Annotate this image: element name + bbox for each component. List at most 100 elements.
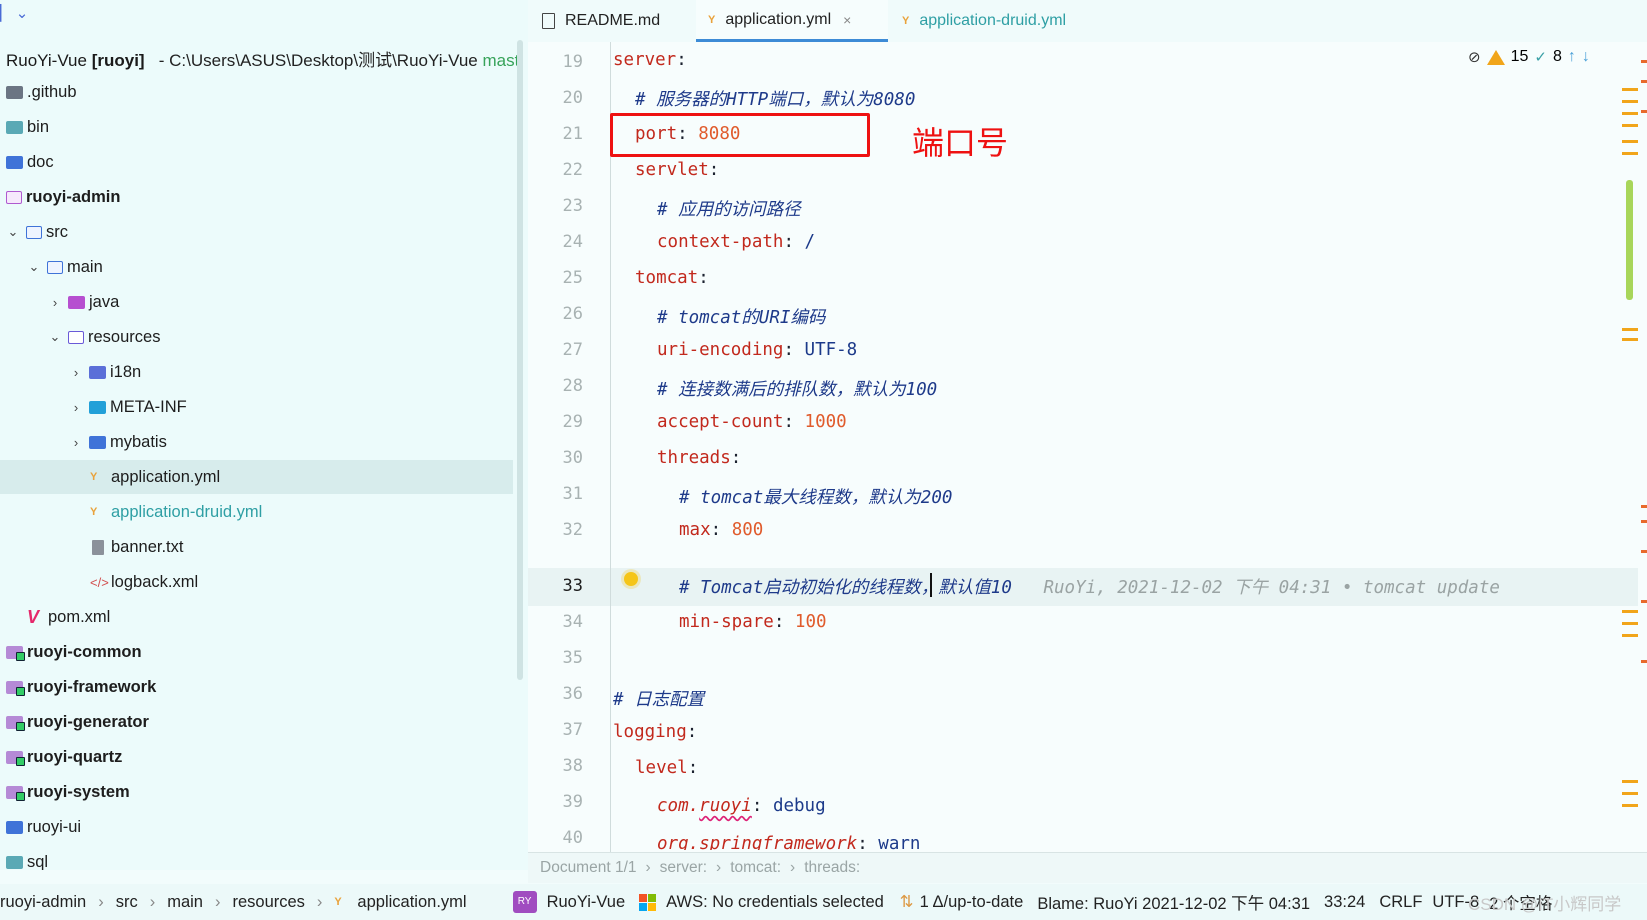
- warning-stripe[interactable]: [1622, 100, 1638, 103]
- error-stripe[interactable]: [1641, 600, 1647, 603]
- tree-item-doc[interactable]: doc: [0, 145, 528, 179]
- chevron-down-icon[interactable]: ⌄: [27, 259, 41, 275]
- tree-item-ruoyi-ui[interactable]: ruoyi-ui: [0, 810, 528, 844]
- status-caret-position[interactable]: 33:24: [1324, 893, 1365, 912]
- tree-item-application-druid-yml[interactable]: Y application-druid.yml: [0, 495, 528, 529]
- close-icon[interactable]: ×: [843, 12, 851, 28]
- warning-stripe[interactable]: [1622, 804, 1638, 807]
- tree-item-src[interactable]: ⌄ src: [0, 215, 528, 249]
- chevron-right-icon[interactable]: ›: [69, 435, 83, 450]
- chevron-right-icon[interactable]: ›: [48, 295, 62, 310]
- yaml-comment: # tomcat的URI编码: [657, 308, 826, 328]
- line-number: 34: [562, 612, 583, 632]
- tree-item-meta-inf[interactable]: › META-INF: [0, 390, 528, 424]
- warning-stripe[interactable]: [1622, 792, 1638, 795]
- warning-stripe[interactable]: [1622, 140, 1638, 143]
- tree-item-main[interactable]: ⌄ main: [0, 250, 528, 284]
- tree-item-application-yml[interactable]: Y application.yml: [0, 460, 513, 494]
- status-path-src[interactable]: src: [116, 893, 138, 912]
- line-number: 21: [562, 124, 583, 144]
- tab-readme[interactable]: README.md: [542, 0, 692, 42]
- error-stripe[interactable]: [1641, 80, 1647, 83]
- error-stripe[interactable]: [1641, 505, 1647, 508]
- tree-item-label: doc: [27, 152, 54, 171]
- project-root-row[interactable]: RuoYi-Vue [ruoyi] - C:\Users\ASUS\Deskto…: [6, 46, 519, 71]
- status-path-resources[interactable]: resources: [232, 893, 304, 912]
- chevron-down-icon[interactable]: ⌄: [48, 329, 62, 345]
- error-stripe[interactable]: [1641, 60, 1647, 63]
- tree-item-i18n[interactable]: › i18n: [0, 355, 528, 389]
- error-stripe[interactable]: [1641, 520, 1647, 523]
- tree-item-ruoyi-common[interactable]: ruoyi-common: [0, 635, 528, 669]
- chevron-right-icon[interactable]: ›: [69, 400, 83, 415]
- yaml-key-typo: ruoyi: [699, 796, 752, 816]
- annotation-label: 端口号: [912, 124, 1009, 162]
- breadcrumb-tomcat[interactable]: tomcat:: [730, 859, 781, 877]
- warning-stripe[interactable]: [1622, 124, 1638, 127]
- tree-item-java[interactable]: › java: [0, 285, 528, 319]
- tree-item-banner-txt[interactable]: banner.txt: [0, 530, 528, 564]
- breadcrumb-threads[interactable]: threads:: [804, 859, 860, 877]
- lightbulb-icon[interactable]: [624, 572, 638, 586]
- arrow-up-icon[interactable]: ↑: [1568, 48, 1576, 66]
- tree-item-mybatis[interactable]: › mybatis: [0, 425, 528, 459]
- yaml-key: server: [613, 50, 677, 70]
- tree-item-bin[interactable]: bin: [0, 110, 528, 144]
- warning-stripe[interactable]: [1622, 610, 1638, 613]
- editor-scrollbar-thumb[interactable]: [1626, 180, 1633, 300]
- inspection-widget[interactable]: ⊘ 15 ✓ 8 ↑ ↓: [1468, 48, 1590, 66]
- chevron-down-icon[interactable]: ⌄: [6, 224, 20, 240]
- status-project[interactable]: RuoYi-Vue: [547, 893, 626, 912]
- error-stripe[interactable]: [1641, 660, 1647, 663]
- chevron-down-icon[interactable]: ▏ ⌄: [0, 4, 28, 22]
- tree-item-sql[interactable]: sql: [0, 845, 528, 870]
- status-blame[interactable]: Blame: RuoYi 2021-12-02 下午 04:31: [1037, 890, 1310, 914]
- warning-stripe[interactable]: [1622, 112, 1638, 115]
- tab-application-yml[interactable]: Y application.yml ×: [696, 0, 888, 42]
- line-number-current: 33: [562, 576, 583, 596]
- tree-item-ruoyi-framework[interactable]: ruoyi-framework: [0, 670, 528, 704]
- line-number: 28: [562, 376, 583, 396]
- tab-application-druid-yml[interactable]: Y application-druid.yml: [890, 0, 1122, 42]
- tree-vertical-scrollbar[interactable]: [517, 40, 523, 680]
- yaml-comment: # 服务器的HTTP端口，默认为8080: [635, 90, 916, 110]
- error-stripe[interactable]: [1641, 110, 1647, 113]
- tree-item-ruoyi-generator[interactable]: ruoyi-generator: [0, 705, 528, 739]
- warning-stripe[interactable]: [1622, 780, 1638, 783]
- warning-stripe[interactable]: [1622, 338, 1638, 341]
- status-path-main[interactable]: main: [167, 893, 203, 912]
- tree-item-logback-xml[interactable]: </> logback.xml: [0, 565, 528, 599]
- yaml-key: accept-count: [657, 412, 784, 432]
- yaml-value: 1000: [804, 412, 847, 432]
- tree-item-resources[interactable]: ⌄ resources: [0, 320, 528, 354]
- eye-crossed-icon[interactable]: ⊘: [1468, 48, 1481, 66]
- status-path-ruoyi-admin[interactable]: ruoyi-admin: [0, 893, 86, 912]
- tree-item-ruoyi-admin[interactable]: ruoyi-admin: [0, 180, 528, 214]
- warning-icon: [1486, 49, 1505, 65]
- breadcrumb-server[interactable]: server:: [660, 859, 707, 877]
- tree-item-github[interactable]: .github: [0, 75, 528, 109]
- status-vcs[interactable]: 1 Δ/up-to-date: [920, 893, 1024, 912]
- status-path-file[interactable]: application.yml: [357, 893, 466, 912]
- warning-count: 15: [1510, 48, 1529, 65]
- breadcrumb-document[interactable]: Document 1/1: [540, 859, 637, 877]
- warning-stripe[interactable]: [1622, 152, 1638, 155]
- status-line-separator[interactable]: CRLF: [1379, 893, 1422, 912]
- status-path-separator: ›: [149, 892, 156, 911]
- chevron-right-icon[interactable]: ›: [69, 365, 83, 380]
- status-aws[interactable]: AWS: No credentials selected: [666, 893, 884, 912]
- line-number: 32: [562, 520, 583, 540]
- tree-item-ruoyi-quartz[interactable]: ruoyi-quartz: [0, 740, 528, 774]
- warning-stripe[interactable]: [1622, 634, 1638, 637]
- warning-stripe[interactable]: [1622, 88, 1638, 91]
- annotation-highlight-box: [610, 113, 870, 157]
- error-stripe[interactable]: [1641, 550, 1647, 553]
- yaml-colon: :: [686, 722, 698, 742]
- tree-item-label: ruoyi-system: [27, 782, 130, 801]
- arrow-down-icon[interactable]: ↓: [1582, 48, 1590, 66]
- warning-stripe[interactable]: [1622, 328, 1638, 331]
- tree-item-pom-xml[interactable]: V pom.xml: [0, 600, 528, 634]
- warning-stripe[interactable]: [1622, 622, 1638, 625]
- tree-item-ruoyi-system[interactable]: ruoyi-system: [0, 775, 528, 809]
- editor-breadcrumb: Document 1/1 › server: › tomcat: › threa…: [528, 852, 1647, 883]
